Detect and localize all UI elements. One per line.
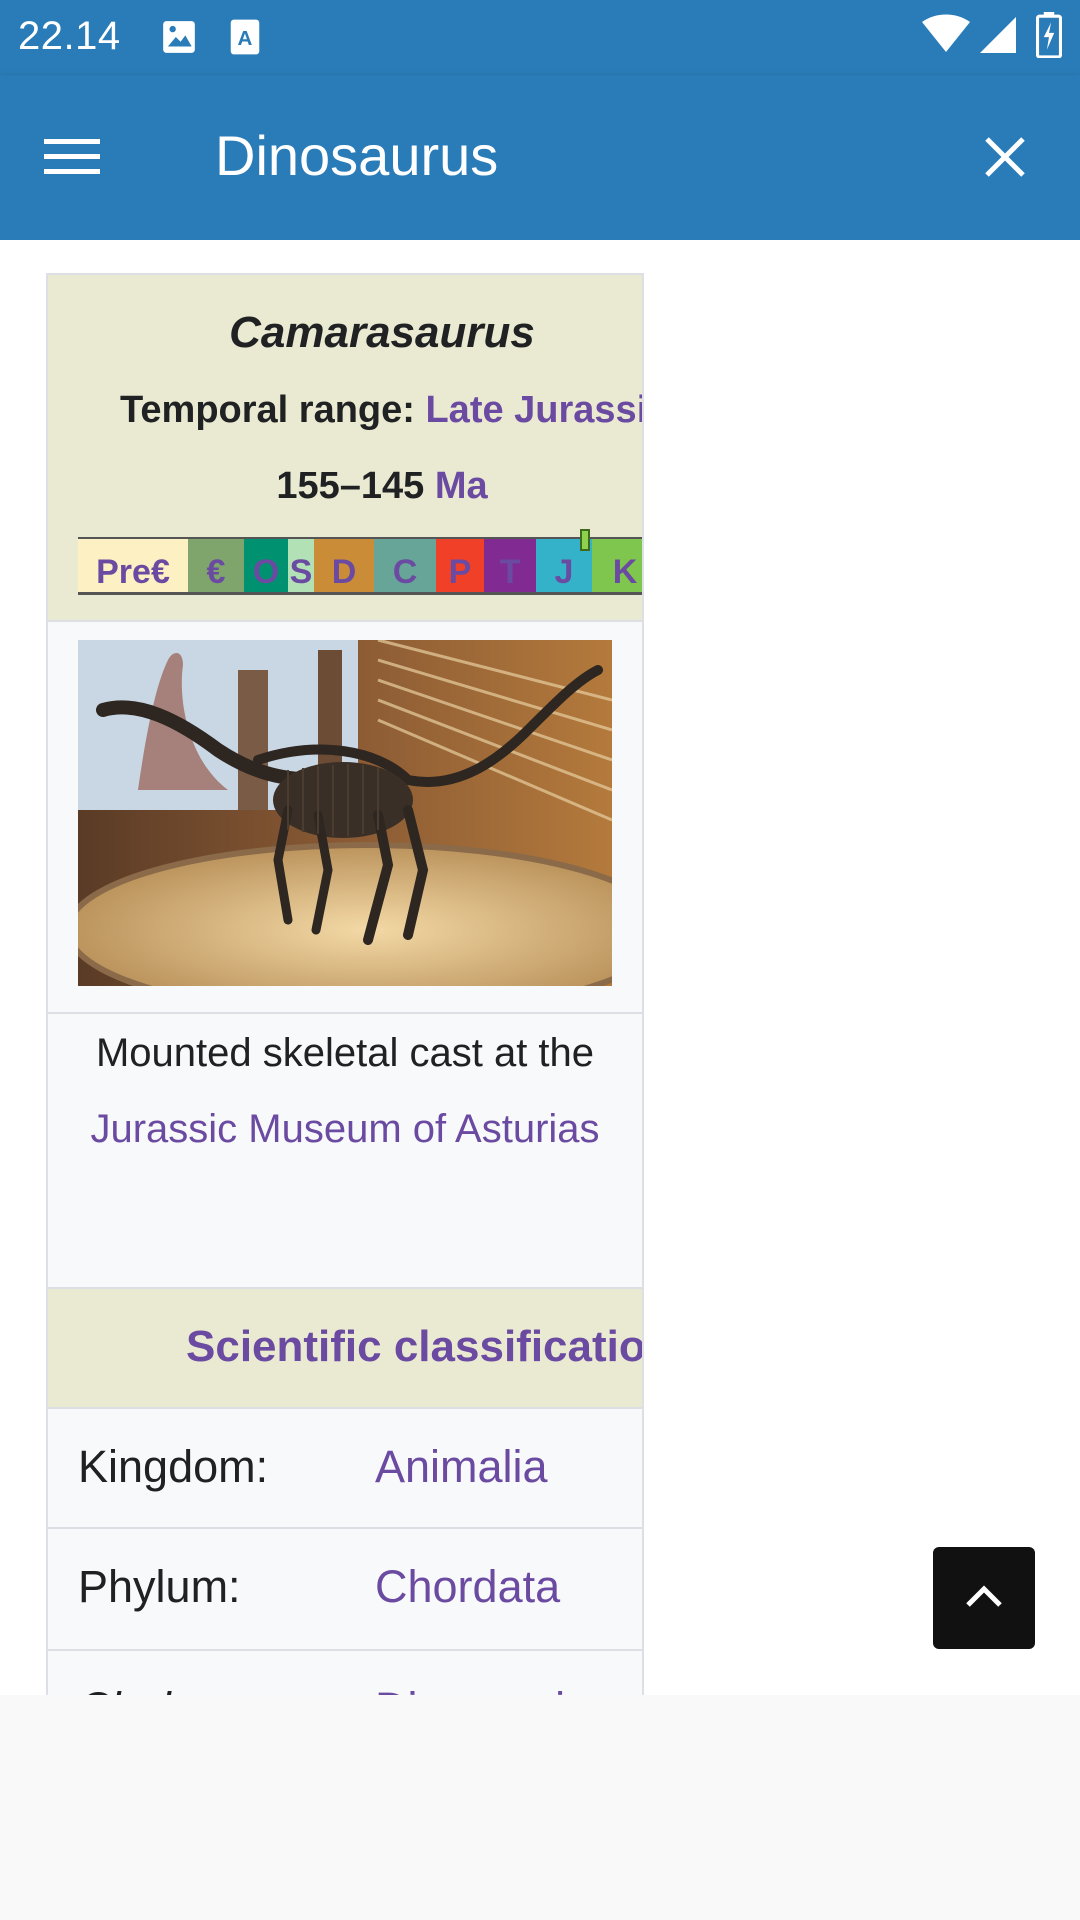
row-value-link[interactable]: Dinosauria bbox=[375, 1683, 590, 1695]
temporal-range-label: Temporal range: bbox=[120, 389, 426, 431]
timeline-period-1[interactable]: € bbox=[188, 539, 244, 592]
timeline-period-2[interactable]: O bbox=[244, 539, 288, 592]
geologic-timeline: Pre€ € O S D C P T J K bbox=[78, 537, 642, 595]
close-icon[interactable] bbox=[975, 127, 1045, 197]
ma-link[interactable]: Ma bbox=[435, 465, 488, 507]
wifi-icon bbox=[922, 14, 970, 59]
range-value: 155–145 Ma bbox=[48, 465, 642, 508]
text-notification-icon: A bbox=[228, 18, 262, 61]
row-label: Kingdom: bbox=[78, 1441, 269, 1492]
status-bar: 22.14 A bbox=[0, 0, 1080, 75]
hamburger-menu-icon[interactable] bbox=[44, 127, 124, 187]
page-title: Dinosaurus bbox=[215, 124, 499, 187]
timeline-period-6[interactable]: P bbox=[436, 539, 484, 592]
classification-row-phylum: Phylum: Chordata bbox=[48, 1529, 642, 1647]
scientific-classification-header: Scientific classification bbox=[48, 1289, 642, 1407]
taxon-name: Camarasaurus bbox=[229, 308, 535, 357]
timeline-period-3[interactable]: S bbox=[288, 539, 314, 592]
row-value-link[interactable]: Chordata bbox=[375, 1561, 560, 1613]
scientific-classification-link[interactable]: Scientific classification bbox=[186, 1322, 642, 1372]
caption-text: Mounted skeletal cast at the bbox=[95, 1031, 595, 1075]
bottom-blank-area bbox=[0, 1695, 1080, 1920]
signal-icon bbox=[980, 16, 1016, 59]
timeline-period-9[interactable]: K bbox=[592, 539, 642, 592]
row-label: Phylum: bbox=[78, 1561, 241, 1612]
row-value-link[interactable]: Animalia bbox=[375, 1441, 548, 1493]
infobox: Camarasaurus Temporal range: Late Jurass… bbox=[46, 273, 644, 1695]
svg-text:A: A bbox=[238, 27, 253, 50]
infobox-header: Camarasaurus Temporal range: Late Jurass… bbox=[48, 275, 642, 620]
classification-row-clade: Clade: Dinosauria bbox=[48, 1651, 642, 1695]
divider bbox=[48, 620, 642, 622]
timeline-period-7[interactable]: T bbox=[484, 539, 536, 592]
status-time: 22.14 bbox=[18, 14, 121, 58]
timeline-period-4[interactable]: D bbox=[314, 539, 374, 592]
range-value-text: 155–145 bbox=[276, 465, 435, 507]
image-notification-icon bbox=[160, 18, 198, 61]
divider bbox=[48, 1012, 642, 1014]
article-content: Camarasaurus Temporal range: Late Jurass… bbox=[0, 240, 1080, 1695]
chevron-up-icon bbox=[966, 1585, 1002, 1607]
temporal-range: Temporal range: Late Jurassic bbox=[120, 389, 642, 432]
timeline-marker bbox=[580, 529, 590, 551]
app-bar: Dinosaurus bbox=[0, 75, 1080, 240]
battery-icon bbox=[1035, 12, 1063, 63]
row-label: Clade: bbox=[78, 1683, 208, 1695]
caption-museum-link[interactable]: Jurassic Museum of Asturias bbox=[90, 1107, 599, 1151]
image-caption: Mounted skeletal cast at the Jurassic Mu… bbox=[78, 1015, 612, 1167]
scroll-to-top-button[interactable] bbox=[933, 1547, 1035, 1649]
temporal-range-link[interactable]: Late Jurassic bbox=[425, 389, 642, 431]
timeline-period-5[interactable]: C bbox=[374, 539, 436, 592]
skeleton-photo[interactable] bbox=[78, 640, 612, 986]
classification-row-kingdom: Kingdom: Animalia bbox=[48, 1409, 642, 1527]
timeline-period-0[interactable]: Pre€ bbox=[78, 539, 188, 592]
